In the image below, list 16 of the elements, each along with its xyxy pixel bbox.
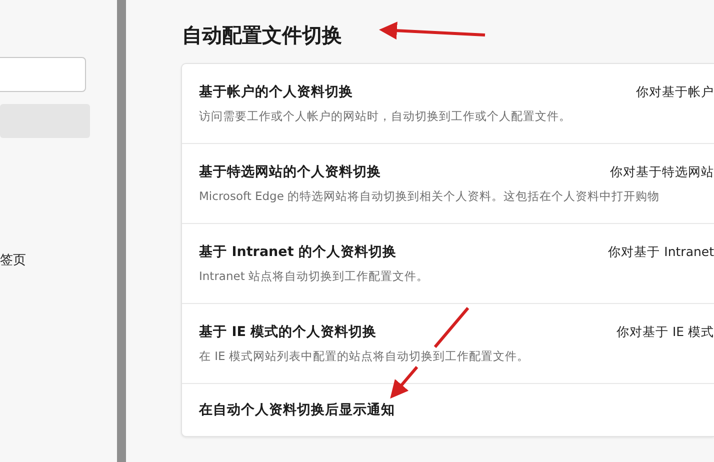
setting-description: Intranet 站点将自动切换到工作配置文件。 <box>199 269 430 284</box>
setting-description: 在 IE 模式网站列表中配置的站点将自动切换到工作配置文件。 <box>199 349 530 364</box>
setting-description: Microsoft Edge 的特选网站将自动切换到相关个人资料。这包括在个人资料中打开购物 <box>199 189 661 204</box>
section-title: 自动配置文件切换 <box>182 22 342 49</box>
setting-description: 访问需要工作或个人帐户的网站时，自动切换到工作或个人配置文件。 <box>199 109 572 124</box>
setting-value[interactable]: 你对基于特选网站 <box>610 164 714 180</box>
setting-value[interactable]: 你对基于 IE 模式 <box>616 324 714 340</box>
setting-title: 基于 Intranet 的个人资料切换 <box>199 243 396 261</box>
setting-title: 基于特选网站的个人资料切换 <box>199 163 381 181</box>
setting-value[interactable]: 你对基于帐户 <box>636 84 714 100</box>
search-field[interactable] <box>0 57 86 92</box>
setting-value[interactable]: 你对基于 Intranet <box>608 244 714 260</box>
sidebar-item[interactable]: 签页 <box>0 245 90 275</box>
setting-title: 基于帐户的个人资料切换 <box>199 83 353 101</box>
setting-title: 在自动个人资料切换后显示通知 <box>199 401 395 419</box>
setting-title: 基于 IE 模式的个人资料切换 <box>199 323 377 341</box>
